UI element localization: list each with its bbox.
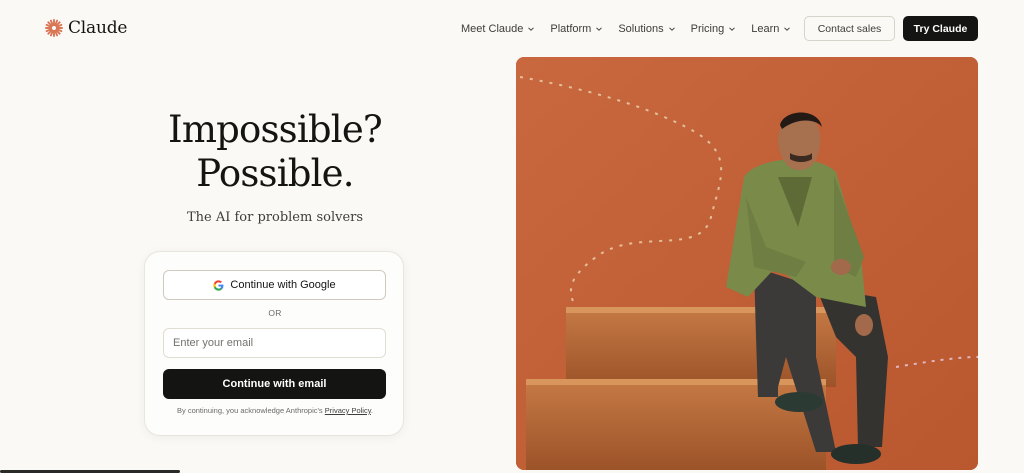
site-header: Claude Meet Claude Platform Solutions Pr… bbox=[0, 0, 1024, 57]
nav-item-label: Pricing bbox=[690, 23, 725, 35]
login-card: Continue with Google OR Continue with em… bbox=[144, 251, 404, 436]
or-divider: OR bbox=[268, 308, 282, 318]
hero-image bbox=[516, 57, 978, 470]
chevron-down-icon bbox=[596, 27, 603, 31]
nav-item-learn[interactable]: Learn bbox=[751, 23, 791, 35]
nav-item-solutions[interactable]: Solutions bbox=[618, 23, 675, 35]
hero-title-line1: Impossible? bbox=[168, 108, 383, 151]
chevron-down-icon bbox=[528, 27, 535, 31]
google-button-label: Continue with Google bbox=[230, 279, 336, 291]
email-field[interactable] bbox=[163, 328, 386, 358]
hero-title: Impossible? Possible. bbox=[140, 108, 410, 196]
chevron-down-icon bbox=[729, 27, 736, 31]
nav-item-label: Learn bbox=[751, 23, 780, 35]
page: Claude Meet Claude Platform Solutions Pr… bbox=[0, 0, 1024, 473]
try-claude-button[interactable]: Try Claude bbox=[903, 16, 978, 41]
claude-logo[interactable]: Claude bbox=[44, 17, 127, 39]
continue-with-google-button[interactable]: Continue with Google bbox=[163, 270, 386, 300]
nav-item-label: Meet Claude bbox=[461, 23, 524, 35]
main-nav: Meet Claude Platform Solutions Pricing L… bbox=[461, 20, 791, 38]
nav-item-meet-claude[interactable]: Meet Claude bbox=[461, 23, 535, 35]
nav-item-label: Platform bbox=[550, 23, 592, 35]
legal-suffix: . bbox=[370, 406, 373, 415]
nav-item-platform[interactable]: Platform bbox=[550, 23, 603, 35]
logo-wordmark: Claude bbox=[68, 18, 128, 38]
google-g-icon bbox=[213, 279, 224, 291]
legal-prefix: By continuing, you acknowledge Anthropic… bbox=[176, 406, 323, 415]
hero-photo-illustration bbox=[516, 57, 978, 470]
asterisk-starburst-icon bbox=[45, 19, 63, 37]
legal-notice: By continuing, you acknowledge Anthropic… bbox=[145, 406, 405, 415]
hero-subtitle: The AI for problem solvers bbox=[186, 210, 364, 225]
continue-with-email-button[interactable]: Continue with email bbox=[163, 369, 386, 399]
privacy-policy-link[interactable]: Privacy Policy bbox=[325, 406, 371, 415]
hero-title-line2: Possible. bbox=[196, 152, 354, 195]
chevron-down-icon bbox=[784, 27, 791, 31]
chevron-down-icon bbox=[668, 27, 675, 31]
nav-item-label: Solutions bbox=[618, 23, 664, 35]
nav-item-pricing[interactable]: Pricing bbox=[691, 23, 737, 35]
contact-sales-button[interactable]: Contact sales bbox=[804, 16, 895, 41]
